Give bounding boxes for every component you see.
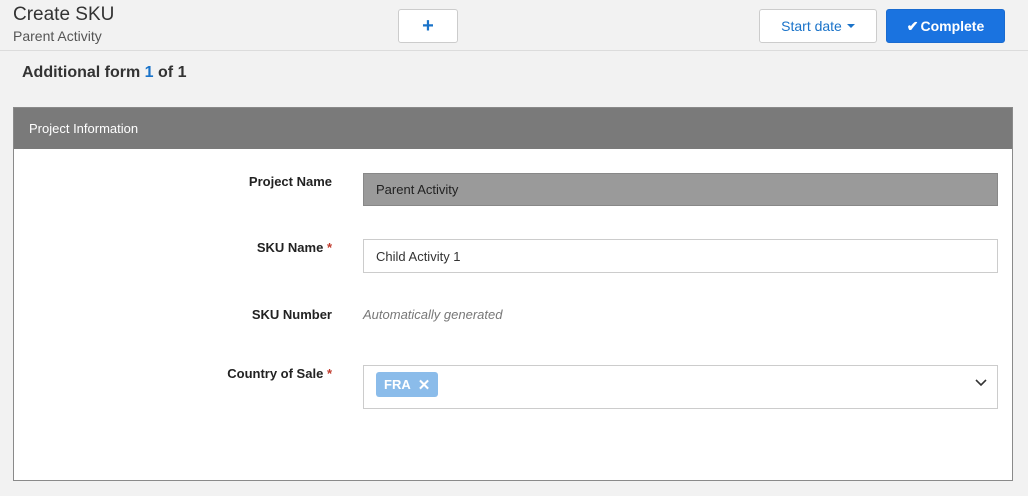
- sku-name-input[interactable]: Child Activity 1: [363, 239, 998, 273]
- form-counter-prefix: Additional form: [22, 64, 141, 81]
- chevron-down-icon[interactable]: [973, 374, 989, 390]
- country-of-sale-select[interactable]: [363, 365, 998, 409]
- required-marker: *: [326, 240, 332, 255]
- required-marker: *: [326, 366, 332, 381]
- project-name-value: Parent Activity: [376, 182, 459, 197]
- form-counter-current: 1: [144, 64, 154, 81]
- start-date-label: Start date: [781, 18, 842, 34]
- remove-tag-icon[interactable]: ✕: [418, 376, 431, 394]
- country-of-sale-label: Country of Sale *: [14, 366, 332, 381]
- form-counter-total: 1: [177, 64, 187, 81]
- sku-number-label-text: SKU Number: [251, 307, 332, 322]
- form-counter-separator: of: [158, 64, 174, 81]
- form-counter: Additional form 1 of 1: [22, 64, 187, 82]
- project-name-label: Project Name: [14, 174, 332, 189]
- sku-number-value: Automatically generated: [363, 307, 503, 322]
- page-subtitle: Parent Activity: [13, 28, 102, 44]
- country-tag: FRA ✕: [376, 372, 438, 397]
- sku-number-label: SKU Number: [14, 307, 332, 322]
- page-title: Create SKU: [13, 4, 115, 25]
- project-name-label-text: Project Name: [248, 174, 332, 189]
- sku-name-label-text: SKU Name: [256, 240, 324, 255]
- sku-name-value: Child Activity 1: [376, 248, 461, 264]
- plus-icon: +: [422, 14, 434, 37]
- complete-label: Complete: [920, 18, 985, 34]
- panel-header: Project Information: [14, 108, 1012, 149]
- project-name-field: Parent Activity: [363, 173, 998, 206]
- check-icon: ✔: [906, 17, 919, 34]
- start-date-dropdown[interactable]: Start date: [759, 9, 877, 43]
- page-header: Create SKU Parent Activity + Start date …: [0, 0, 1028, 51]
- country-of-sale-label-text: Country of Sale: [227, 366, 324, 381]
- caret-down-icon: [846, 24, 855, 28]
- sku-name-label: SKU Name *: [14, 240, 332, 255]
- add-button[interactable]: +: [398, 9, 458, 43]
- complete-button[interactable]: ✔ Complete: [886, 9, 1005, 43]
- panel-title: Project Information: [29, 121, 139, 136]
- project-information-panel: Project Information Project Name Parent …: [13, 107, 1013, 481]
- country-tag-label: FRA: [384, 377, 411, 392]
